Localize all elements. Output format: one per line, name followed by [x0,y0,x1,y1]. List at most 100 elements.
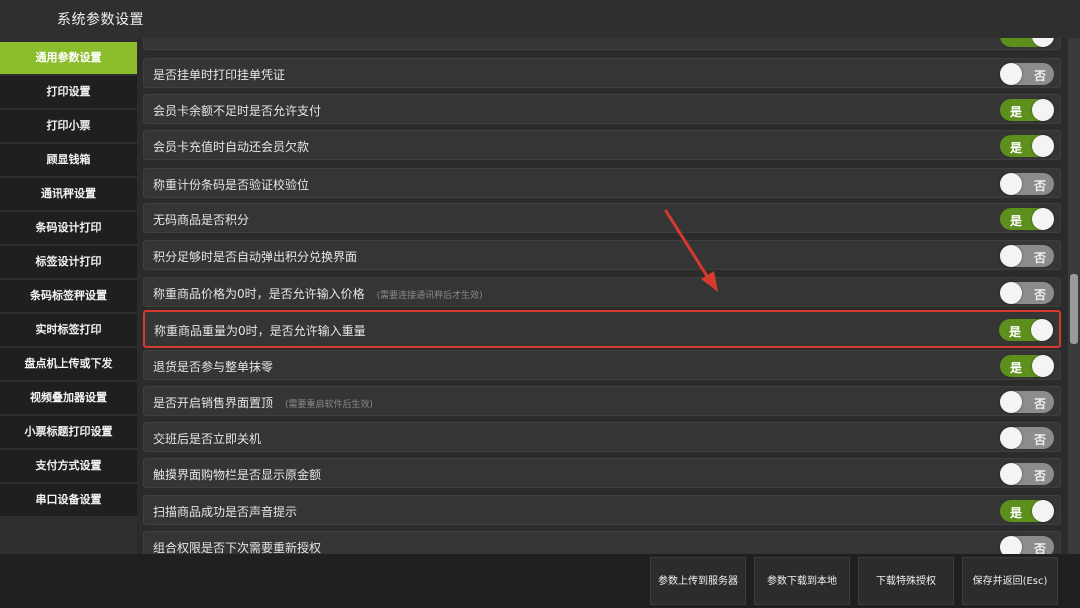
upload-params-button[interactable]: 参数上传到服务器 [650,557,746,605]
toggle-knob [1032,38,1054,47]
sidebar-item-print-receipt[interactable]: 打印小票 [0,110,137,142]
sidebar-item-serial-devices[interactable]: 串口设备设置 [0,484,137,516]
setting-row: 是否开启销售界面置顶 (需要重启软件后生效) 否 [143,386,1061,416]
setting-label: 会员卡余额不足时是否允许支付 [153,104,322,118]
setting-label: 会员卡充值时自动还会员欠款 [153,140,310,154]
toggle-knob [1032,500,1054,522]
setting-toggle[interactable]: 否 [1000,173,1054,195]
sidebar-item-label-design[interactable]: 标签设计打印 [0,246,137,278]
setting-note: (需要重启软件后生效) [285,400,374,410]
download-params-button[interactable]: 参数下载到本地 [754,557,850,605]
scrollbar-thumb[interactable] [1070,274,1078,344]
setting-label: 称重商品价格为0时，是否允许输入价格 (需要连接通讯秤后才生效) [153,285,483,302]
setting-toggle[interactable]: 是 [1000,208,1054,230]
setting-toggle[interactable]: 是 [1000,135,1054,157]
setting-toggle[interactable]: 否 [1000,391,1054,413]
setting-note: (需要连接通讯秤后才生效) [376,291,483,301]
toggle-state-label: 否 [1033,542,1046,554]
sidebar-item-scale-comm[interactable]: 通讯秤设置 [0,178,137,210]
sidebar-item-print-settings[interactable]: 打印设置 [0,76,137,108]
vertical-scrollbar[interactable] [1068,38,1080,554]
toggle-state-label: 否 [1033,179,1046,193]
save-and-return-button[interactable]: 保存并返回(Esc) [962,557,1058,605]
toggle-state-label: 否 [1033,433,1046,447]
toggle-knob [1000,391,1022,413]
setting-toggle[interactable]: 否 [1000,427,1054,449]
setting-row: 积分足够时是否自动弹出积分兑换界面 否 [143,240,1061,270]
sidebar-item-barcode-label-scale[interactable]: 条码标签秤设置 [0,280,137,312]
setting-toggle[interactable]: 否 [1000,245,1054,267]
download-special-auth-button[interactable]: 下载特殊授权 [858,557,954,605]
sidebar-item-display-cashbox[interactable]: 顾显钱箱 [0,144,137,176]
setting-toggle[interactable]: 否 [1000,463,1054,485]
setting-toggle[interactable] [1000,38,1054,47]
toggle-state-label: 否 [1033,251,1046,265]
toggle-state-label: 否 [1033,469,1046,483]
toggle-state-label: 是 [1010,506,1023,520]
toggle-knob [1032,208,1054,230]
toggle-knob [1032,135,1054,157]
setting-row: 会员卡余额不足时是否允许支付 是 [143,94,1061,124]
sidebar-item-general-params[interactable]: 通用参数设置 [0,42,137,74]
toggle-knob [1000,427,1022,449]
setting-label: 称重计份条码是否验证校验位 [153,178,310,192]
setting-row: 称重计份条码是否验证校验位 否 [143,168,1061,198]
setting-label: 积分足够时是否自动弹出积分兑换界面 [153,250,358,264]
footer-toolbar: 参数上传到服务器 参数下载到本地 下载特殊授权 保存并返回(Esc) [0,554,1080,608]
sidebar-item-receipt-title[interactable]: 小票标题打印设置 [0,416,137,448]
sidebar-item-payment-methods[interactable]: 支付方式设置 [0,450,137,482]
toggle-state-label: 是 [1009,325,1022,339]
toggle-knob [1000,63,1022,85]
toggle-knob [1000,536,1022,554]
sidebar-item-stocktake-device[interactable]: 盘点机上传或下发 [0,348,137,380]
setting-label: 称重商品重量为0时，是否允许输入重量 [154,324,366,338]
title-bar: 系统参数设置 [0,0,1080,38]
setting-toggle[interactable]: 是 [1000,355,1054,377]
setting-row: 组合权限是否下次需要重新授权 否 [143,531,1061,554]
setting-row: 无码商品是否积分 是 [143,203,1061,233]
setting-row-highlighted: 称重商品重量为0时，是否允许输入重量 是 [143,310,1061,348]
setting-toggle[interactable]: 否 [1000,63,1054,85]
setting-label: 组合权限是否下次需要重新授权 [153,541,322,554]
setting-row: 退货是否参与整单抹零 是 [143,350,1061,380]
setting-toggle[interactable]: 是 [999,319,1053,341]
setting-row [143,38,1061,50]
toggle-state-label: 是 [1010,214,1023,228]
setting-label: 无码商品是否积分 [153,213,250,227]
window-title: 系统参数设置 [57,12,144,28]
setting-label-text: 是否开启销售界面置顶 [153,396,274,410]
setting-label: 触摸界面购物栏是否显示原金额 [153,468,322,482]
toggle-knob [1000,463,1022,485]
setting-row: 扫描商品成功是否声音提示 是 [143,495,1061,525]
setting-row: 触摸界面购物栏是否显示原金额 否 [143,458,1061,488]
toggle-knob [1000,173,1022,195]
setting-label: 是否挂单时打印挂单凭证 [153,68,286,82]
sidebar-item-realtime-label[interactable]: 实时标签打印 [0,314,137,346]
toggle-knob [1031,319,1053,341]
toggle-state-label: 否 [1033,288,1046,302]
sidebar-item-video-overlay[interactable]: 视频叠加器设置 [0,382,137,414]
toggle-knob [1032,99,1054,121]
toggle-state-label: 否 [1033,69,1046,83]
setting-toggle[interactable]: 是 [1000,99,1054,121]
setting-label: 交班后是否立即关机 [153,432,262,446]
setting-toggle[interactable]: 否 [1000,536,1054,554]
toggle-knob [1032,355,1054,377]
setting-row: 会员卡充值时自动还会员欠款 是 [143,130,1061,160]
toggle-state-label: 是 [1010,141,1023,155]
setting-label: 扫描商品成功是否声音提示 [153,505,298,519]
toggle-state-label: 是 [1010,105,1023,119]
settings-list: 是否挂单时打印挂单凭证 否 会员卡余额不足时是否允许支付 是 会员卡充值时自动还… [137,38,1068,554]
sidebar: 通用参数设置 打印设置 打印小票 顾显钱箱 通讯秤设置 条码设计打印 标签设计打… [0,38,137,554]
setting-toggle[interactable]: 是 [1000,500,1054,522]
setting-row: 是否挂单时打印挂单凭证 否 [143,58,1061,88]
setting-toggle[interactable]: 否 [1000,282,1054,304]
setting-row: 称重商品价格为0时，是否允许输入价格 (需要连接通讯秤后才生效) 否 [143,277,1061,307]
sidebar-item-barcode-design[interactable]: 条码设计打印 [0,212,137,244]
toggle-state-label: 否 [1033,397,1046,411]
toggle-knob [1000,282,1022,304]
setting-row: 交班后是否立即关机 否 [143,422,1061,452]
toggle-state-label: 是 [1010,361,1023,375]
toggle-knob [1000,245,1022,267]
setting-label: 是否开启销售界面置顶 (需要重启软件后生效) [153,394,373,411]
